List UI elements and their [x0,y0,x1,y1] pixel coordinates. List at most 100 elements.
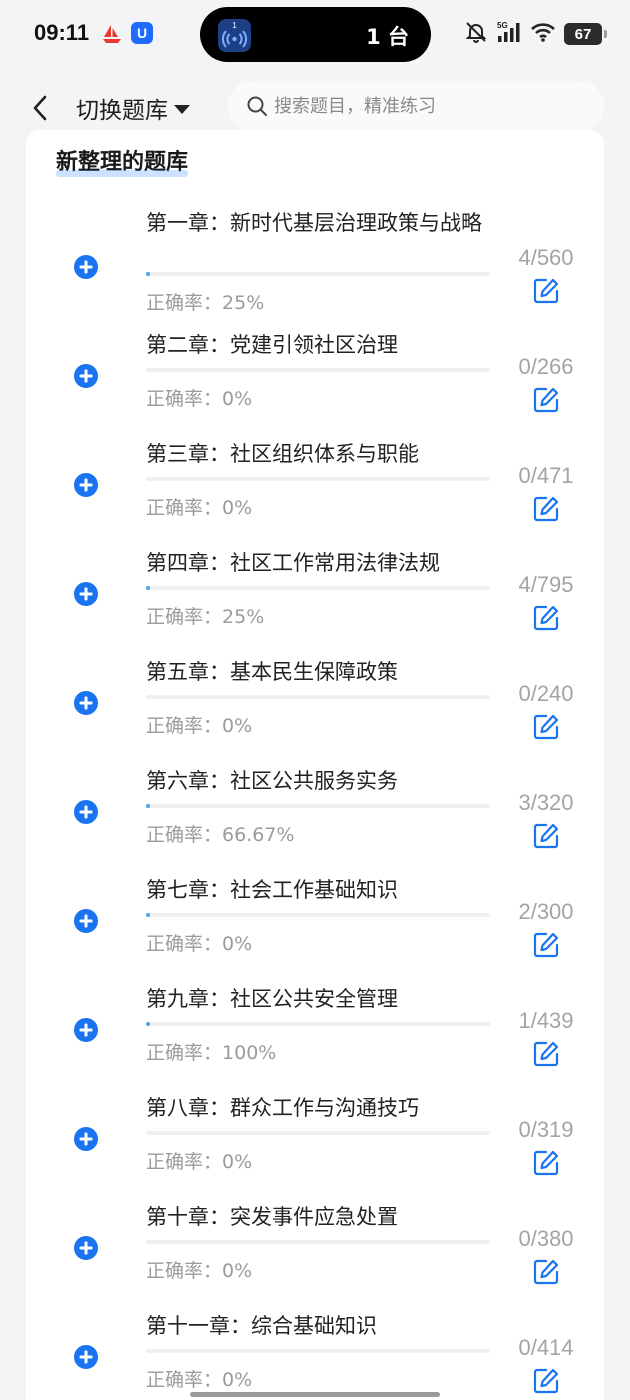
plus-circle-icon [74,1345,98,1369]
progress-count: 1/439 [518,1008,574,1033]
switch-bank-dropdown[interactable]: 切换题库 [76,92,190,124]
progress-fill [146,272,151,276]
chapter-row[interactable]: 第八章：群众工作与沟通技巧 正确率：0% 0/319 [26,1095,604,1204]
practice-edit-button[interactable] [532,822,560,850]
home-indicator[interactable] [190,1392,440,1397]
progress-count: 0/240 [518,681,574,706]
add-chapter-button[interactable] [73,472,99,498]
accuracy-value: 0% [222,1151,253,1173]
accuracy-value: 0% [222,1260,253,1282]
edit-icon [533,278,559,304]
chapter-row[interactable]: 第四章：社区工作常用法律法规 正确率：25% 4/795 [26,550,604,659]
plus-circle-icon [74,800,98,824]
chapter-row[interactable]: 第九章：社区公共安全管理 正确率：100% 1/439 [26,986,604,1095]
practice-edit-button[interactable] [532,386,560,414]
progress-count: 4/795 [518,572,574,597]
back-button[interactable] [24,90,56,126]
status-bar: 09:11 U 1 1 台 5G 67 [0,0,630,68]
plus-circle-icon [74,255,98,279]
practice-edit-button[interactable] [532,713,560,741]
section-title: 新整理的题库 [56,144,189,177]
progress-bar [146,1022,490,1026]
practice-edit-button[interactable] [532,1367,560,1395]
accuracy-text: 正确率：100% [146,1038,276,1065]
practice-edit-button[interactable] [532,604,560,632]
accuracy-label: 正确率： [146,497,223,519]
add-chapter-button[interactable] [73,1235,99,1261]
chapter-row[interactable]: 第七章：社会工作基础知识 正确率：0% 2/300 [26,877,604,986]
add-chapter-button[interactable] [73,1126,99,1152]
accuracy-value: 0% [222,497,253,519]
signal-icon: 5G [496,20,522,48]
practice-edit-button[interactable] [532,1040,560,1068]
chapter-row[interactable]: 第十章：突发事件应急处置 正确率：0% 0/380 [26,1204,604,1313]
switch-bank-label: 切换题库 [76,98,168,124]
practice-edit-button[interactable] [532,1149,560,1177]
progress-count: 3/320 [518,790,574,815]
chapter-title: 第四章：社区工作常用法律法规 [146,551,440,575]
practice-edit-button[interactable] [532,277,560,305]
chapter-row[interactable]: 第六章：社区公共服务实务 正确率：66.67% 3/320 [26,768,604,877]
status-time: 09:11 [34,20,90,45]
add-chapter-button[interactable] [73,1344,99,1370]
wifi-icon [530,21,556,47]
add-chapter-button[interactable] [73,690,99,716]
accuracy-text: 正确率：0% [146,493,252,520]
battery-indicator: 67 [564,23,607,45]
accuracy-text: 正确率：0% [146,1365,252,1392]
add-chapter-button[interactable] [73,254,99,280]
add-chapter-button[interactable] [73,581,99,607]
svg-text:1: 1 [232,21,237,30]
search-box[interactable] [228,81,604,131]
chapter-title: 第八章：群众工作与沟通技巧 [146,1096,419,1120]
edit-icon [533,1150,559,1176]
chapter-title: 第七章：社会工作基础知识 [146,878,398,902]
accuracy-text: 正确率：0% [146,384,252,411]
practice-edit-button[interactable] [532,1258,560,1286]
chapter-row[interactable]: 第十一章：综合基础知识 正确率：0% 0/414 [26,1313,604,1400]
accuracy-label: 正确率： [146,715,223,737]
chapter-row[interactable]: 第三章：社区组织体系与职能 正确率：0% 0/471 [26,441,604,550]
add-chapter-button[interactable] [73,908,99,934]
accuracy-text: 正确率：0% [146,1147,252,1174]
progress-bar [146,1131,490,1135]
accuracy-text: 正确率：25% [146,288,264,315]
progress-count: 0/471 [518,463,574,488]
bell-muted-icon [464,20,488,48]
island-device-count: 1 台 [366,25,409,49]
add-chapter-button[interactable] [73,1017,99,1043]
progress-bar [146,368,490,372]
progress-fill [146,804,151,808]
edit-icon [533,1041,559,1067]
svg-text:5G: 5G [497,21,508,30]
dynamic-island[interactable]: 1 1 台 [200,7,431,62]
accuracy-label: 正确率： [146,1042,223,1064]
chapter-title: 第六章：社区公共服务实务 [146,769,398,793]
chapter-title: 第五章：基本民生保障政策 [146,660,398,684]
plus-circle-icon [74,1127,98,1151]
progress-count: 4/560 [518,245,574,270]
accuracy-label: 正确率： [146,388,223,410]
progress-fill [146,586,151,590]
plus-circle-icon [74,582,98,606]
edit-icon [533,605,559,631]
chapter-row[interactable]: 第二章：党建引领社区治理 正确率：0% 0/266 [26,332,604,441]
chapter-row[interactable]: 第一章：新时代基层治理政策与战略 正确率：25% 4/560 [26,210,604,332]
question-bank-card: 新整理的题库 第一章：新时代基层治理政策与战略 正确率：25% 4/560 第二… [26,130,604,1400]
progress-bar [146,695,490,699]
practice-edit-button[interactable] [532,931,560,959]
accuracy-label: 正确率： [146,1260,223,1282]
chapter-row[interactable]: 第五章：基本民生保障政策 正确率：0% 0/240 [26,659,604,768]
broadcast-icon: 1 [218,19,251,52]
add-chapter-button[interactable] [73,363,99,389]
progress-count: 0/414 [518,1335,574,1360]
plus-circle-icon [74,473,98,497]
search-input[interactable] [274,95,594,117]
edit-icon [533,387,559,413]
accuracy-text: 正确率：0% [146,1256,252,1283]
plus-circle-icon [74,909,98,933]
progress-bar [146,804,490,808]
accuracy-value: 100% [222,1042,277,1064]
add-chapter-button[interactable] [73,799,99,825]
practice-edit-button[interactable] [532,495,560,523]
